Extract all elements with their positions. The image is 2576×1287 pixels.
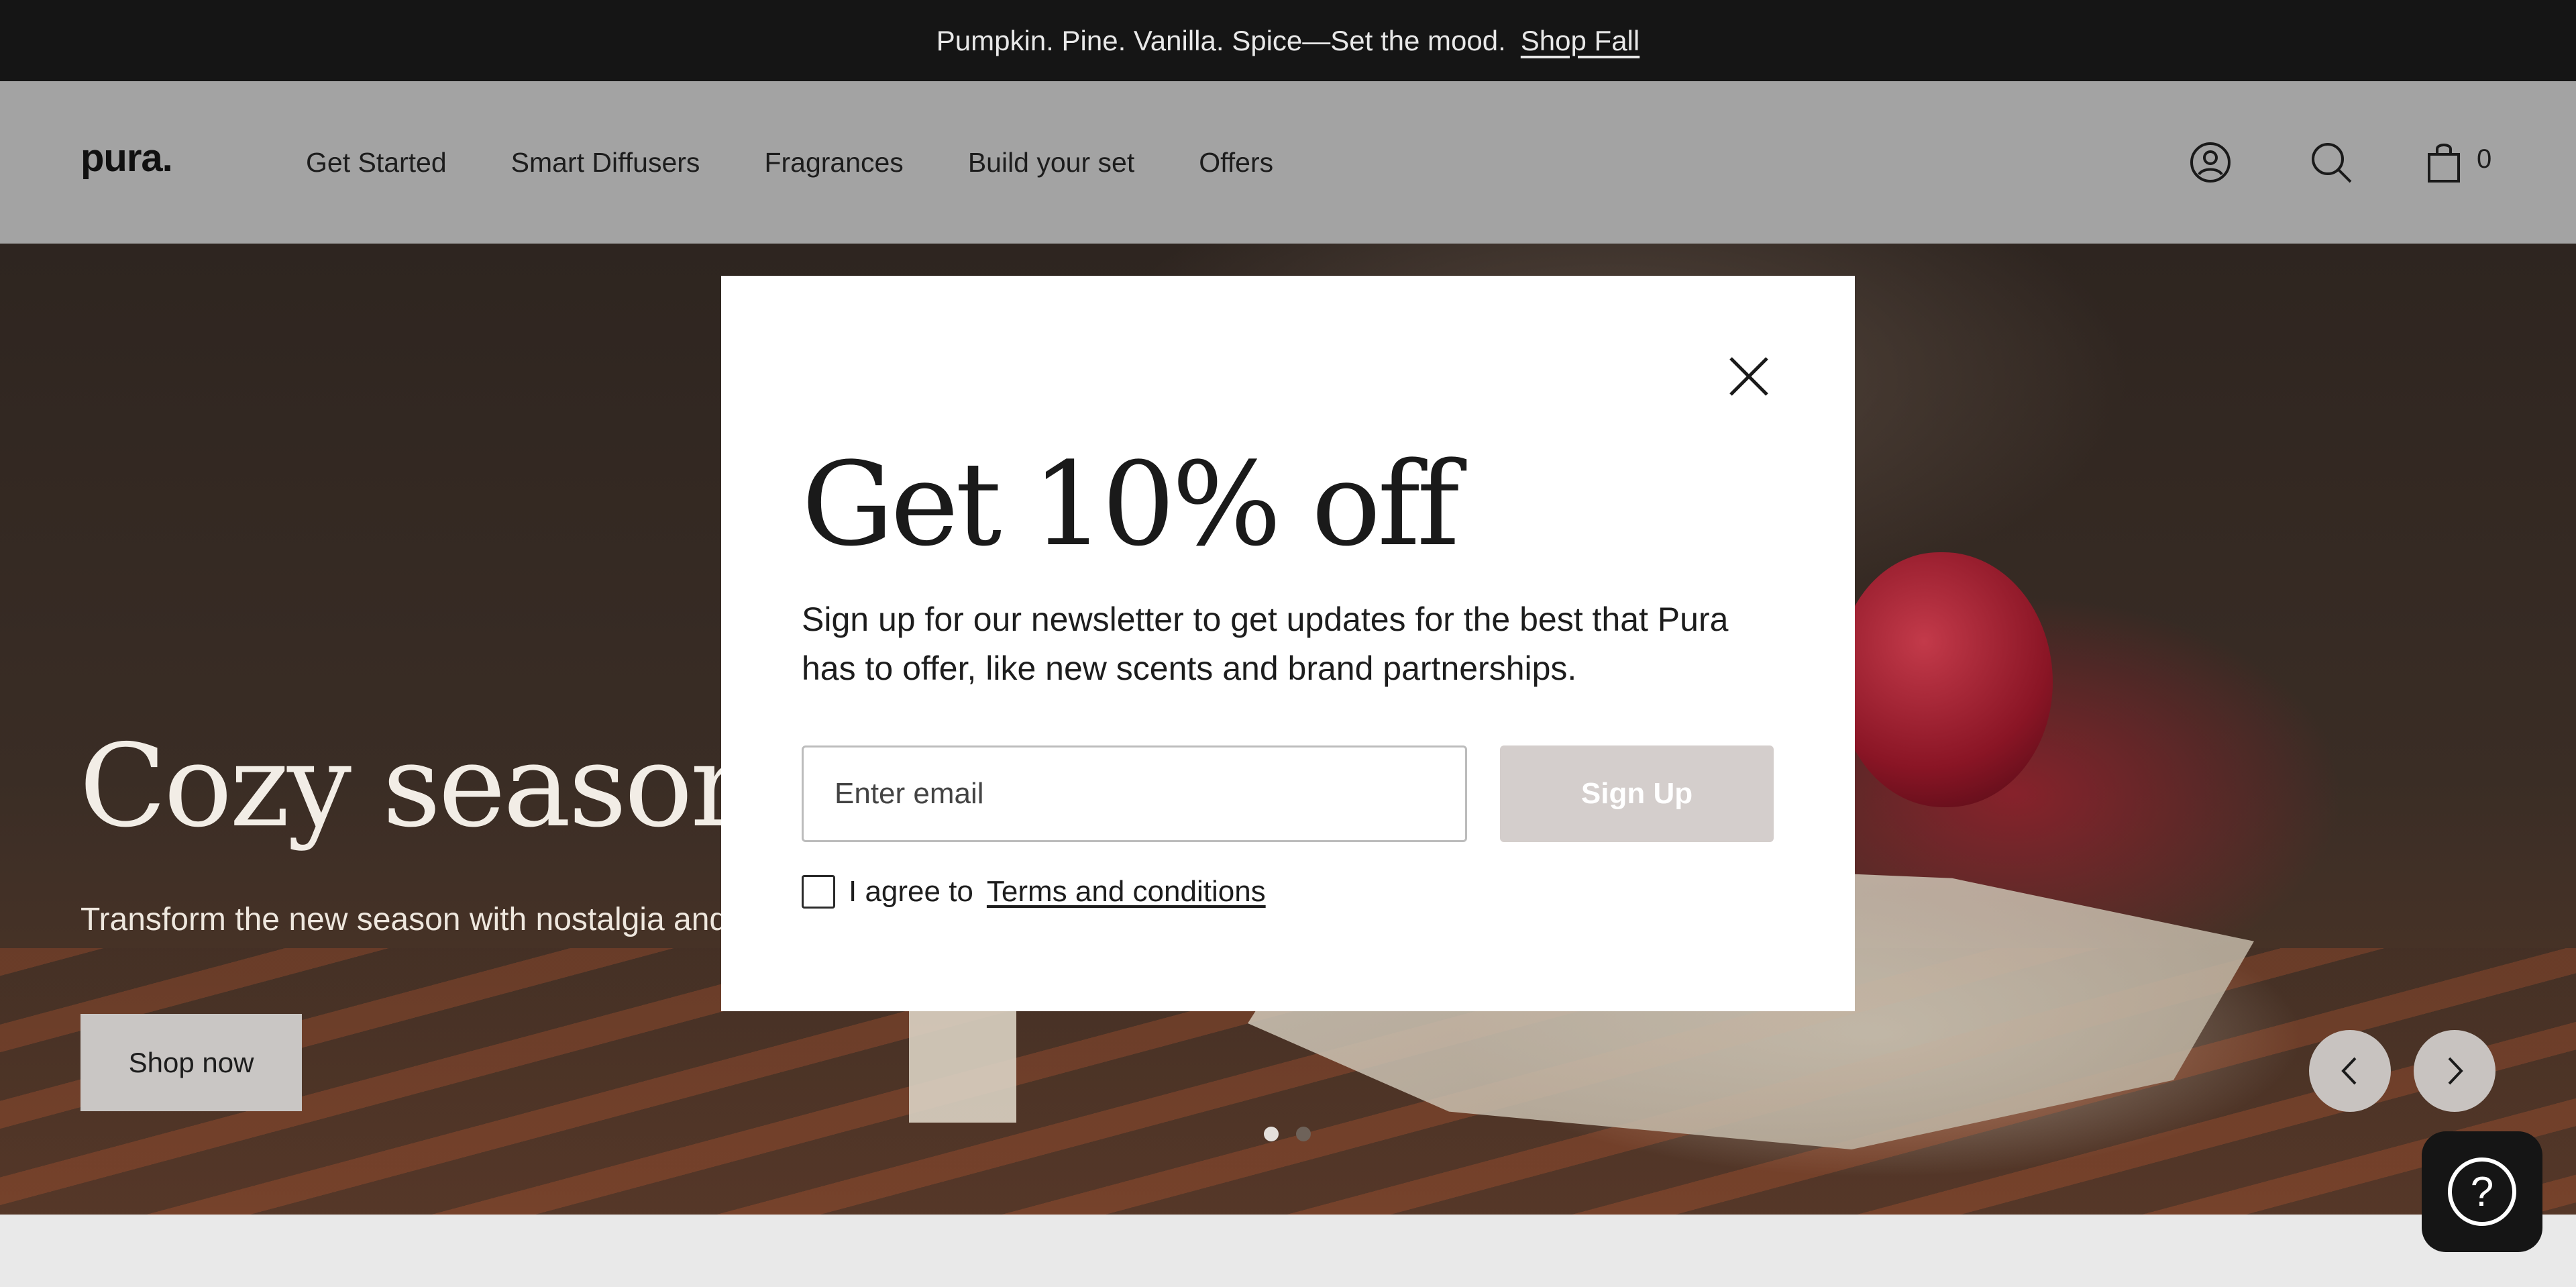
announcement-bar: Pumpkin. Pine. Vanilla. Spice—Set the mo… [0,0,2576,81]
terms-link[interactable]: Terms and conditions [987,875,1266,909]
pura-logo[interactable]: pura. [80,139,195,186]
nav-offers[interactable]: Offers [1199,147,1273,178]
cart-icon[interactable] [2420,139,2467,186]
agree-row: I agree to Terms and conditions [802,875,1266,909]
announcement-text: Pumpkin. Pine. Vanilla. Spice—Set the mo… [936,24,1506,56]
carousel-dot-2[interactable] [1296,1127,1311,1141]
carousel-prev-button[interactable] [2309,1030,2391,1112]
hero-background-pomegranate [1838,552,2053,807]
nav-fragrances[interactable]: Fragrances [764,147,903,178]
modal-close-button[interactable] [1721,348,1777,405]
chevron-left-icon [2341,1057,2357,1085]
main-nav: Get Started Smart Diffusers Fragrances B… [306,81,1273,244]
nav-get-started[interactable]: Get Started [306,147,447,178]
agree-checkbox[interactable] [802,875,835,909]
carousel-next-button[interactable] [2414,1030,2496,1112]
sign-up-button[interactable]: Sign Up [1500,745,1774,842]
pura-logo-mark: pura. [80,139,173,180]
nav-smart-diffusers[interactable]: Smart Diffusers [511,147,700,178]
shop-now-button[interactable]: Shop now [80,1014,302,1111]
chevron-right-icon [2448,1057,2463,1085]
cart-count: 0 [2477,144,2492,174]
close-icon [1729,357,1768,396]
svg-text:?: ? [2471,1169,2493,1215]
account-icon[interactable] [2187,139,2234,186]
search-icon[interactable] [2308,139,2355,186]
carousel-dot-1[interactable] [1264,1127,1279,1141]
help-button[interactable]: ? [2422,1131,2542,1252]
modal-title: Get 10% off [802,437,1460,572]
help-icon: ? [2448,1157,2516,1226]
newsletter-modal: Get 10% off Sign up for our newsletter t… [721,276,1855,1011]
page-below-hero [0,1215,2576,1287]
agree-label: I agree to [849,875,973,908]
shop-fall-link[interactable]: Shop Fall [1521,25,1640,57]
site-header: pura. Get Started Smart Diffusers Fragra… [0,81,2576,244]
hero-subtitle: Transform the new season with nostalgia … [80,902,760,937]
hero-title: Cozy season [79,720,763,853]
nav-build-your-set[interactable]: Build your set [968,147,1134,178]
modal-description: Sign up for our newsletter to get update… [802,601,1729,687]
email-field[interactable] [802,745,1467,842]
svg-text:pura.: pura. [80,139,172,180]
